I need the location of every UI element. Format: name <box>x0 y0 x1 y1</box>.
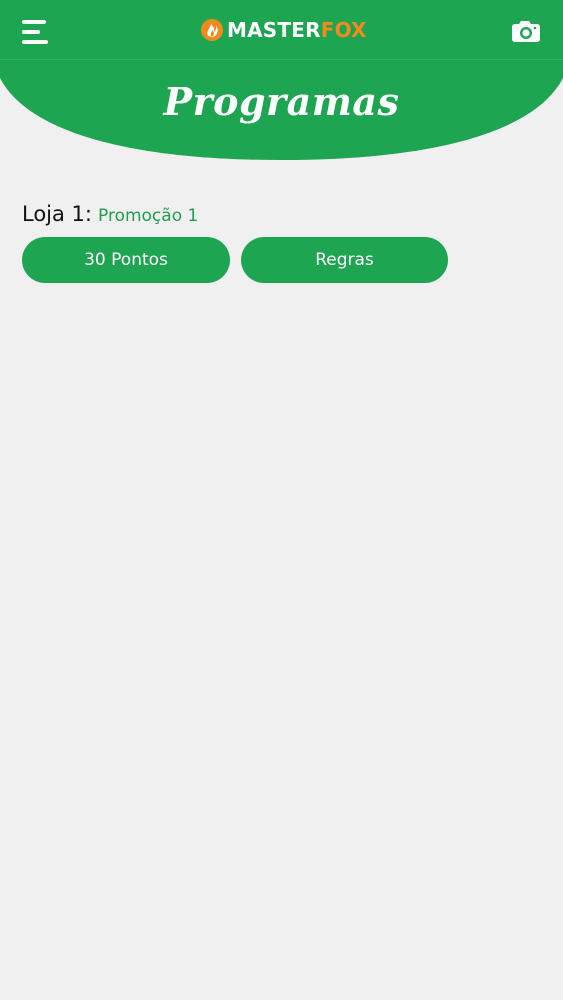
topbar-divider <box>0 59 563 60</box>
promotion-name: Promoção 1 <box>98 206 199 226</box>
camera-icon[interactable] <box>510 20 542 44</box>
program-heading: Loja 1: Promoção 1 <box>22 198 542 230</box>
hamburger-menu-icon[interactable] <box>22 18 52 46</box>
logo-text-fox: FOX <box>320 18 367 42</box>
program-item: Loja 1: Promoção 1 30 Pontos Regras <box>22 198 542 283</box>
page-title: Programas <box>163 79 400 124</box>
flame-logo-icon <box>201 19 223 41</box>
points-button[interactable]: 30 Pontos <box>22 237 230 283</box>
masterfox-logo: MASTERFOX <box>200 15 367 45</box>
rules-button[interactable]: Regras <box>241 237 448 283</box>
app-header: MASTERFOX Programas <box>0 0 563 160</box>
program-actions: 30 Pontos Regras <box>22 237 542 283</box>
store-label: Loja 1: <box>22 202 92 226</box>
logo-text-master: MASTER <box>227 18 321 42</box>
logo-text: MASTERFOX <box>227 15 367 45</box>
